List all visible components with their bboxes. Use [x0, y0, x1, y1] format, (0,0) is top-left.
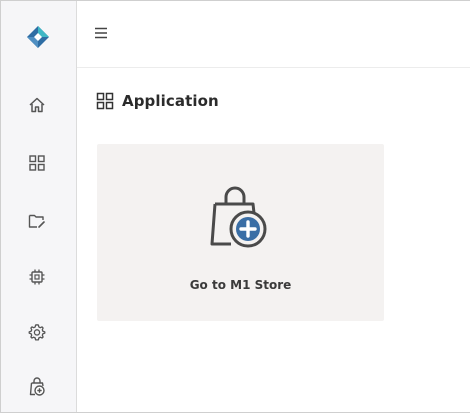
- app-window: Application Go to M1 Store: [0, 0, 470, 413]
- sidebar-item-settings[interactable]: [27, 322, 47, 342]
- top-bar: [77, 1, 470, 68]
- shopping-bag-plus-icon: [29, 377, 45, 396]
- chip-icon: [29, 269, 45, 285]
- sidebar-item-files[interactable]: [27, 211, 47, 231]
- sidebar-item-home[interactable]: [27, 95, 47, 115]
- home-icon: [29, 97, 45, 113]
- grid-icon: [29, 155, 45, 171]
- sidebar-item-store[interactable]: [27, 377, 47, 397]
- page-header: Application: [96, 92, 219, 110]
- shopping-bag-plus-icon: [210, 186, 267, 248]
- gear-icon: [28, 324, 46, 341]
- go-to-store-card[interactable]: Go to M1 Store: [97, 144, 384, 321]
- sidebar: [1, 1, 77, 412]
- hamburger-menu-icon[interactable]: [94, 26, 108, 40]
- go-to-store-label: Go to M1 Store: [189, 278, 292, 292]
- app-logo[interactable]: [25, 24, 51, 50]
- folder-edit-icon: [28, 214, 45, 228]
- sidebar-item-devices[interactable]: [27, 267, 47, 287]
- sidebar-item-applications[interactable]: [27, 153, 47, 173]
- grid-icon: [96, 92, 114, 110]
- page-title: Application: [122, 92, 219, 110]
